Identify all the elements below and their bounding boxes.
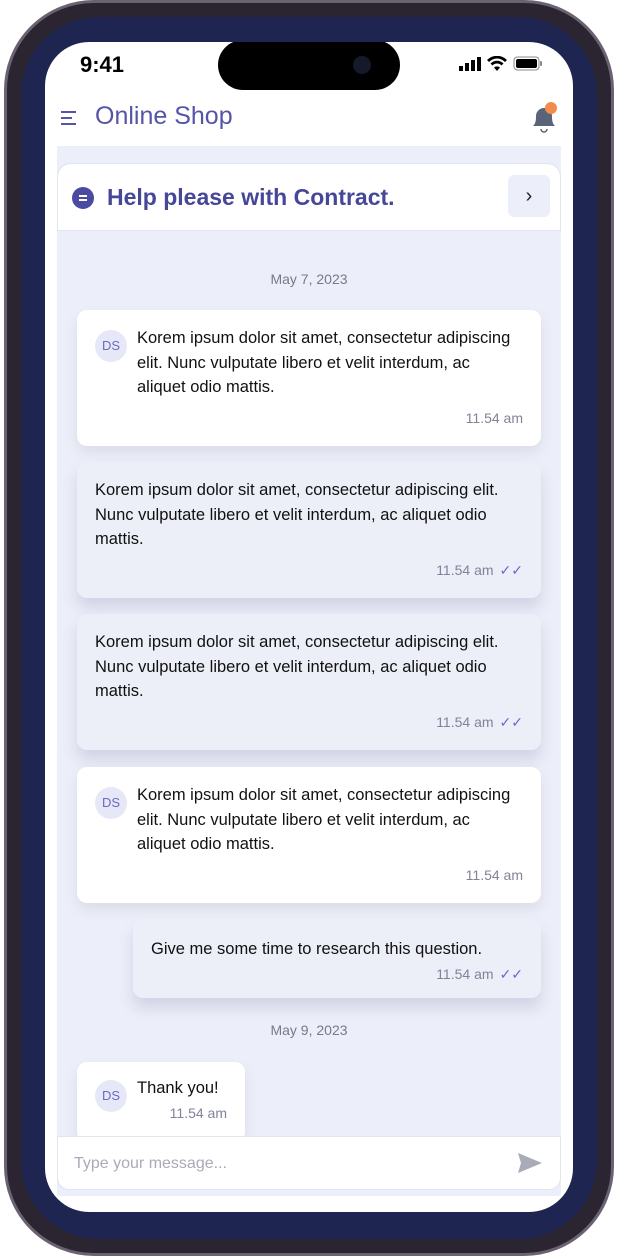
- chevron-right-icon: ›: [525, 184, 533, 207]
- double-check-icon: ✓✓: [499, 965, 523, 982]
- avatar: DS: [95, 787, 127, 819]
- message-outgoing: Give me some time to research this quest…: [133, 919, 541, 998]
- message-input[interactable]: [74, 1151, 494, 1177]
- camera-icon: [353, 56, 371, 74]
- wifi-icon: [487, 56, 507, 71]
- avatar: DS: [95, 1080, 127, 1112]
- message-outgoing: Korem ipsum dolor sit amet, consectetur …: [77, 462, 541, 598]
- message-outgoing: Korem ipsum dolor sit amet, consectetur …: [77, 614, 541, 750]
- date-separator: May 9, 2023: [270, 1022, 348, 1038]
- message-time: 11.54 am: [436, 713, 494, 730]
- chevron-right-button[interactable]: ›: [508, 175, 550, 217]
- message-text: Korem ipsum dolor sit amet, consectetur …: [95, 633, 499, 700]
- screen: 9:41 Online Shop Help please with Contra…: [45, 42, 573, 1212]
- message-time: 11.54 am: [465, 866, 523, 883]
- app-title: Online Shop: [95, 102, 233, 130]
- message-incoming: DS Korem ipsum dolor sit amet, consectet…: [77, 310, 541, 446]
- double-check-icon: ✓✓: [499, 561, 523, 578]
- message-time: 11.54 am: [436, 561, 494, 578]
- date-separator: May 7, 2023: [270, 271, 348, 287]
- send-icon[interactable]: [518, 1153, 542, 1173]
- double-check-icon: ✓✓: [499, 713, 523, 730]
- chat-bubble-icon: [72, 187, 94, 209]
- bell-icon[interactable]: [529, 102, 559, 134]
- status-icons: [459, 56, 543, 71]
- message-text: Thank you!: [137, 1079, 219, 1097]
- status-time: 9:41: [80, 52, 125, 77]
- message-text: Korem ipsum dolor sit amet, consectetur …: [95, 481, 499, 548]
- signal-icon: [459, 56, 481, 71]
- battery-icon: [513, 56, 542, 71]
- notification-badge: [545, 102, 557, 114]
- message-text: Korem ipsum dolor sit amet, consectetur …: [137, 329, 511, 396]
- message-time: 11.54 am: [465, 409, 523, 426]
- message-incoming: DS Korem ipsum dolor sit amet, consectet…: [77, 767, 541, 903]
- message-text: Korem ipsum dolor sit amet, consectetur …: [137, 786, 511, 853]
- message-text: Give me some time to research this quest…: [151, 940, 483, 958]
- message-incoming: DS Thank you! 11.54 am: [77, 1062, 245, 1142]
- app-header: Online Shop: [45, 90, 573, 146]
- message-time: 11.54 am: [169, 1104, 227, 1121]
- chat-panel: Help please with Contract. › May 7, 2023…: [57, 146, 561, 1196]
- message-composer: [57, 1136, 561, 1190]
- chat-topic-card: Help please with Contract. ›: [57, 163, 561, 231]
- chat-title: Help please with Contract.: [107, 184, 395, 210]
- message-time: 11.54 am: [436, 965, 494, 982]
- dynamic-island: [218, 42, 400, 90]
- avatar: DS: [95, 330, 127, 362]
- menu-icon[interactable]: [60, 110, 78, 126]
